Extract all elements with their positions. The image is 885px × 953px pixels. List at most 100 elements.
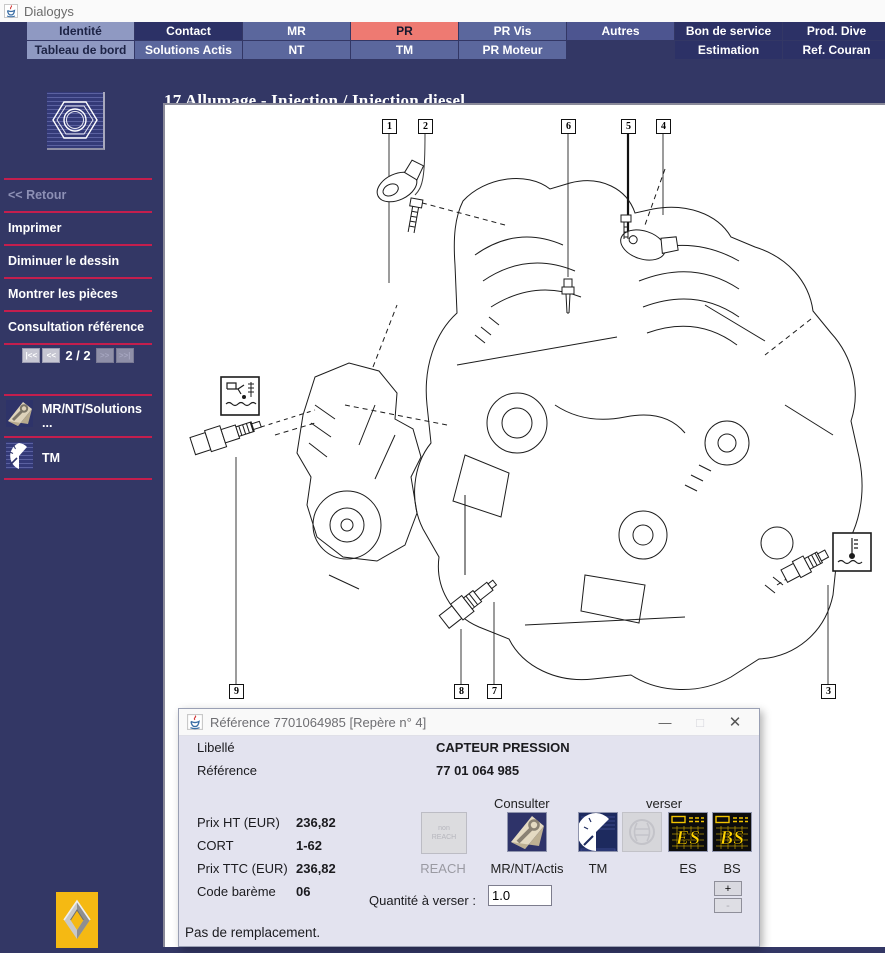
libelle-label: Libellé xyxy=(197,740,235,755)
tab-row-1: Identité Contact MR PR PR Vis Autres Bon… xyxy=(0,22,885,40)
es-icon-letters: ES xyxy=(675,827,700,849)
tab-tableau-de-bord[interactable]: Tableau de bord xyxy=(27,41,134,59)
tm-label: TM xyxy=(578,861,618,876)
tab-ref-courantes[interactable]: Ref. Couran xyxy=(783,41,885,59)
java-dialog-icon xyxy=(187,714,203,730)
verser-disabled-button[interactable] xyxy=(622,812,662,852)
tab-pr-vis[interactable]: PR Vis xyxy=(459,22,566,40)
reach-label: REACH xyxy=(417,861,469,876)
tab-identite[interactable]: Identité xyxy=(27,22,134,40)
mrnt-actis-label: MR/NT/Actis xyxy=(487,861,567,876)
sidebar-item-diminuer-le-dessin[interactable]: Diminuer le dessin xyxy=(4,244,152,277)
sidebar: << Retour Imprimer Diminuer le dessin Mo… xyxy=(0,58,155,947)
pager-first-button[interactable]: |<< xyxy=(22,348,40,363)
prix-ttc-value: 236,82 xyxy=(296,861,336,876)
cort-value: 1-62 xyxy=(296,838,322,853)
sidebar-item-imprimer[interactable]: Imprimer xyxy=(4,211,152,244)
tab-mr[interactable]: MR xyxy=(243,22,350,40)
minimize-button[interactable]: — xyxy=(651,715,679,730)
tab-estimation[interactable]: Estimation xyxy=(675,41,782,59)
tab-pr-moteur[interactable]: PR Moteur xyxy=(459,41,566,59)
es-button[interactable]: ES xyxy=(668,812,708,852)
pager-last-button[interactable]: >>| xyxy=(116,348,134,363)
reference-label: Référence xyxy=(197,763,257,778)
tab-autres[interactable]: Autres xyxy=(567,22,674,40)
sidebar-menu: << Retour Imprimer Diminuer le dessin Mo… xyxy=(4,178,152,345)
shortcut-mrnt-label: MR/NT/Solutions ... xyxy=(42,402,152,430)
dialog-body: Libellé CAPTEUR PRESSION Référence 77 01… xyxy=(179,736,759,946)
quantity-plus-button[interactable]: + xyxy=(714,881,742,896)
callout-2[interactable]: 2 xyxy=(418,119,433,134)
quantity-label: Quantité à verser : xyxy=(369,893,476,908)
gauge-icon xyxy=(579,813,617,851)
quantity-minus-button[interactable]: - xyxy=(714,898,742,913)
reach-button-inner-text: non REACH xyxy=(429,824,459,842)
wrench-doc-icon xyxy=(508,813,546,851)
mrnt-actis-button[interactable] xyxy=(507,812,547,852)
dialog-titlebar[interactable]: Référence 7701064985 [Repère n° 4] — □ ✕ xyxy=(179,709,759,736)
callout-9[interactable]: 9 xyxy=(229,684,244,699)
tab-bar: Identité Contact MR PR PR Vis Autres Bon… xyxy=(0,22,885,60)
gauge-icon xyxy=(6,442,33,474)
reference-dialog: Référence 7701064985 [Repère n° 4] — □ ✕… xyxy=(178,708,760,947)
sidebar-item-mrnt-solutions[interactable]: MR/NT/Solutions ... xyxy=(4,394,152,436)
java-app-icon xyxy=(4,4,18,18)
pager-prev-button[interactable]: << xyxy=(42,348,60,363)
tab-tm[interactable]: TM xyxy=(351,41,458,59)
dialogys-app: Dialogys Identité Contact MR PR PR Vis A… xyxy=(0,0,885,947)
tab-solutions-actis[interactable]: Solutions Actis xyxy=(135,41,242,59)
sidebar-item-montrer-les-pieces[interactable]: Montrer les pièces xyxy=(4,277,152,310)
prix-ht-label: Prix HT (EUR) xyxy=(197,815,280,830)
callout-1[interactable]: 1 xyxy=(382,119,397,134)
verser-section-label: verser xyxy=(646,796,682,811)
bs-button[interactable]: BS xyxy=(712,812,752,852)
consulter-section-label: Consulter xyxy=(494,796,550,811)
tab-empty-cell xyxy=(567,41,674,59)
tab-contact[interactable]: Contact xyxy=(135,22,242,40)
cort-label: CORT xyxy=(197,838,234,853)
hex-nut-graphic xyxy=(47,92,103,148)
callout-6[interactable]: 6 xyxy=(561,119,576,134)
tab-nt[interactable]: NT xyxy=(243,41,350,59)
code-bareme-label: Code barème xyxy=(197,884,276,899)
hex-nut-icon[interactable] xyxy=(47,92,105,150)
tab-prod-divers[interactable]: Prod. Dive xyxy=(783,22,885,40)
tab-pr-active[interactable]: PR xyxy=(351,22,458,40)
callout-4[interactable]: 4 xyxy=(656,119,671,134)
es-label: ES xyxy=(668,861,708,876)
page-navigator: |<< << 2 / 2 >> >>| xyxy=(4,348,152,363)
bs-register-icon: BS xyxy=(713,813,751,851)
shortcut-tm-label: TM xyxy=(42,451,60,465)
callout-5[interactable]: 5 xyxy=(621,119,636,134)
renault-logo xyxy=(56,892,98,948)
callout-8[interactable]: 8 xyxy=(454,684,469,699)
callout-3[interactable]: 3 xyxy=(821,684,836,699)
code-bareme-value: 06 xyxy=(296,884,310,899)
app-title: Dialogys xyxy=(24,4,74,19)
sidebar-item-tm[interactable]: TM xyxy=(4,436,152,480)
window-titlebar: Dialogys xyxy=(0,0,885,22)
faded-emblem-icon xyxy=(623,813,661,851)
tab-row-2: Tableau de bord Solutions Actis NT TM PR… xyxy=(0,41,885,59)
sidebar-shortcuts: MR/NT/Solutions ... TM xyxy=(4,394,152,480)
libelle-value: CAPTEUR PRESSION xyxy=(436,740,570,755)
sidebar-item-retour[interactable]: << Retour xyxy=(4,178,152,211)
replacement-note: Pas de remplacement. xyxy=(185,925,320,940)
wrench-icon xyxy=(6,400,33,432)
tab-bon-de-service[interactable]: Bon de service xyxy=(675,22,782,40)
prix-ht-value: 236,82 xyxy=(296,815,336,830)
reference-value: 77 01 064 985 xyxy=(436,763,519,778)
close-button[interactable]: ✕ xyxy=(721,713,749,731)
sidebar-item-consultation-reference[interactable]: Consultation référence xyxy=(4,310,152,345)
maximize-button[interactable]: □ xyxy=(686,715,714,730)
quantity-input[interactable] xyxy=(488,885,552,906)
dialog-title: Référence 7701064985 [Repère n° 4] xyxy=(210,715,644,730)
es-register-icon: ES xyxy=(669,813,707,851)
bs-label: BS xyxy=(712,861,752,876)
callout-7[interactable]: 7 xyxy=(487,684,502,699)
prix-ttc-label: Prix TTC (EUR) xyxy=(197,861,288,876)
bs-icon-letters: BS xyxy=(719,827,744,849)
pager-next-button[interactable]: >> xyxy=(96,348,114,363)
tm-gauge-button[interactable] xyxy=(578,812,618,852)
reach-button[interactable]: non REACH xyxy=(421,812,467,854)
